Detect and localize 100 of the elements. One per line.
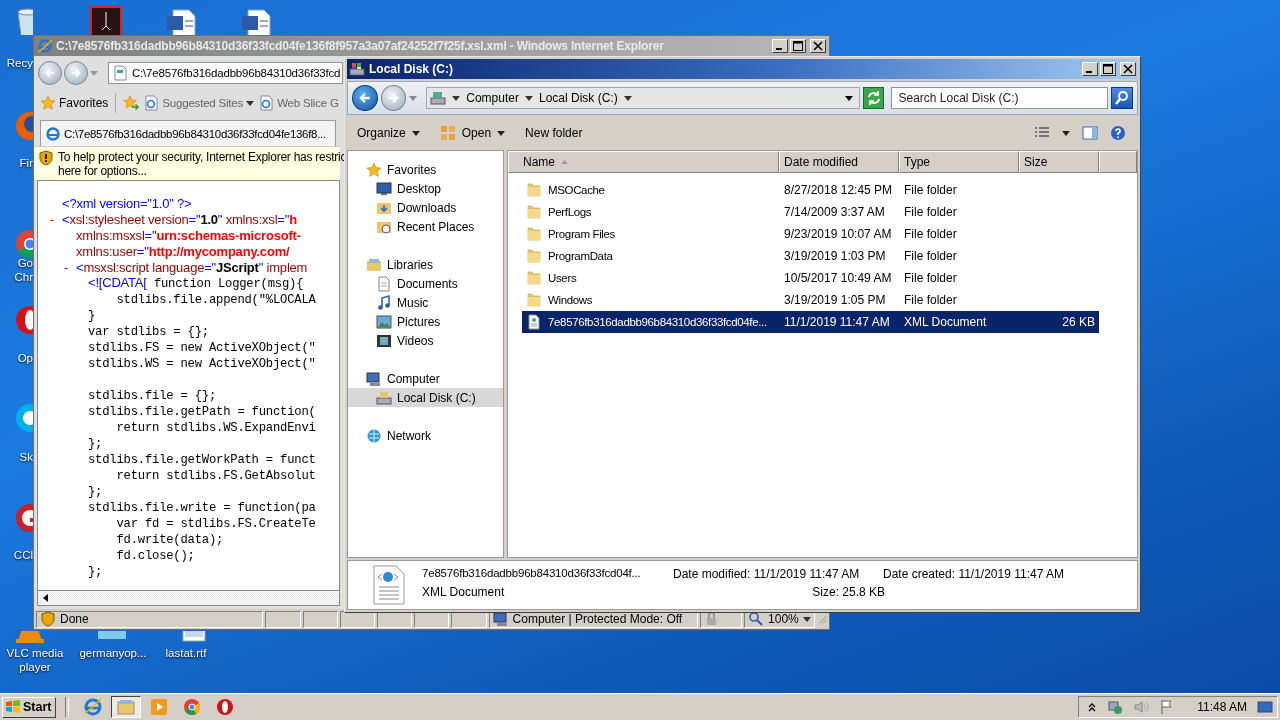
minimize-icon	[1086, 71, 1092, 73]
code-line: stdlibs.file.getPath = function(	[88, 404, 316, 419]
column-header[interactable]: Date modified	[779, 151, 899, 173]
code-line: }	[88, 308, 96, 323]
help-icon[interactable]	[1110, 125, 1126, 141]
caret-icon	[246, 100, 255, 106]
back-arrow-icon	[357, 91, 372, 105]
nav-item[interactable]: Computer	[348, 369, 503, 388]
forward-arrow-icon	[386, 91, 401, 105]
code-line: };	[88, 484, 103, 499]
xml-file-icon	[526, 314, 542, 330]
file-name: ProgramData	[548, 250, 613, 262]
file-row[interactable]: 7e8576fb316dadbb96b84310d36f33fcd04fe... 11/1/2019 11:47 AM XML Document 26 KB	[522, 311, 1099, 333]
open-icon	[439, 125, 456, 141]
column-header[interactable]: Type	[899, 151, 1019, 173]
collapse-toggle[interactable]: -	[64, 259, 76, 275]
column-header[interactable]: Size	[1019, 151, 1099, 173]
date-created: Date created: 11/1/2019 11:47 AM	[883, 567, 1064, 583]
close-button[interactable]	[810, 39, 826, 53]
maximize-icon	[1103, 64, 1113, 74]
close-button[interactable]	[1120, 62, 1136, 76]
show-desktop-icon[interactable]	[1257, 699, 1273, 715]
maximize-icon	[793, 41, 803, 51]
file-type: XML Document	[422, 585, 506, 601]
search-button[interactable]	[1111, 87, 1133, 109]
nav-item[interactable]: Videos	[348, 331, 503, 350]
word-document-icon[interactable]	[240, 8, 272, 35]
start-button[interactable]: Start	[2, 696, 57, 718]
add-favorite-icon[interactable]	[123, 95, 140, 111]
caret-icon[interactable]	[452, 95, 461, 101]
nav-item[interactable]: Downloads	[348, 198, 503, 217]
browser-tab[interactable]: C:\7e8576fb316dadbb96b84310d36f33fcd04fe136f8...	[40, 120, 336, 146]
caret-icon[interactable]	[623, 95, 632, 101]
search-field[interactable]: Search Local Disk (C:)	[891, 87, 1109, 109]
address-bar[interactable]: Computer Local Disk (C:)	[426, 87, 860, 109]
preview-pane-icon[interactable]	[1082, 125, 1098, 141]
maximize-button[interactable]	[1100, 62, 1116, 76]
toolbar-button[interactable]: Open	[439, 125, 506, 141]
code-line: return stdlibs.FS.GetAbsolut	[115, 468, 316, 483]
page-icon	[258, 95, 275, 111]
status-pane	[302, 610, 338, 628]
back-button[interactable]	[352, 85, 378, 111]
nav-item[interactable]: Libraries	[348, 255, 503, 274]
nav-item[interactable]: Favorites	[348, 160, 503, 179]
nav-item[interactable]: Pictures	[348, 312, 503, 331]
nav-item[interactable]: Local Disk (C:)	[348, 388, 503, 407]
drive-icon	[430, 90, 447, 106]
file-row[interactable]: ProgramData 3/19/2019 1:03 PM File folder	[522, 245, 1099, 267]
collapse-toggle[interactable]: -	[50, 211, 62, 227]
date-modified: 3/19/2019 1:03 PM	[783, 249, 887, 263]
favorites-button[interactable]: Favorites	[40, 95, 109, 111]
horizontal-scrollbar[interactable]	[37, 590, 340, 606]
date-modified: 9/23/2019 10:07 AM	[783, 227, 893, 241]
nav-item[interactable]: Desktop	[348, 179, 503, 198]
file-row[interactable]: PerfLogs 7/14/2009 3:37 AM File folder	[522, 201, 1099, 223]
word-document-icon[interactable]	[165, 8, 197, 35]
nav-item[interactable]: Recent Places	[348, 217, 503, 236]
toolbar-button[interactable]: Organize	[357, 126, 420, 140]
chevron-up-icon[interactable]	[1087, 702, 1098, 712]
toolbar-button[interactable]: New folder	[525, 126, 583, 140]
minimize-button[interactable]	[1082, 62, 1098, 76]
address-field[interactable]: C:\7e8576fb316dadbb96b84310d36f33fcd	[108, 62, 343, 84]
file-row[interactable]: Program Files 9/23/2019 10:07 AM File folder	[522, 223, 1099, 245]
caret-icon[interactable]	[1062, 130, 1070, 136]
folder-icon[interactable]	[111, 696, 142, 718]
caret-icon	[411, 130, 420, 136]
forward-arrow-icon	[70, 67, 82, 79]
favorites-link[interactable]: Suggested Sites	[143, 95, 255, 111]
file-row[interactable]: Windows 3/19/2019 1:05 PM File folder	[522, 289, 1099, 311]
code-line: xmlns:msxsl="urn:schemas-microsoft-	[76, 227, 301, 243]
minimize-button[interactable]	[772, 39, 788, 53]
code-line: stdlibs.FS = new ActiveXObject("	[88, 340, 316, 355]
breadcrumb-item[interactable]: Computer	[466, 91, 519, 105]
document-icon[interactable]	[90, 6, 122, 35]
sort-arrow-icon	[561, 160, 568, 164]
monitor-icon	[376, 180, 392, 197]
file-row[interactable]: Users 10/5/2017 10:49 AM File folder	[522, 267, 1099, 289]
star-icon	[366, 161, 382, 178]
code-line: fd.close();	[115, 548, 195, 563]
favorites-link[interactable]: Web Slice G	[258, 95, 339, 111]
column-header[interactable]: Name	[508, 151, 779, 173]
caret-icon[interactable]	[524, 95, 533, 101]
network-icon[interactable]	[1107, 699, 1124, 715]
forward-button[interactable]	[64, 61, 88, 85]
windows-logo-icon	[5, 699, 21, 715]
breadcrumb-item[interactable]: Local Disk (C:)	[538, 91, 618, 105]
document-icon	[376, 275, 392, 292]
code-line: };	[88, 436, 103, 451]
nav-item[interactable]: Documents	[348, 274, 503, 293]
maximize-button[interactable]	[790, 39, 806, 53]
scroll-left-icon[interactable]	[42, 594, 50, 602]
computer-icon	[492, 611, 509, 627]
nav-item[interactable]: Network	[348, 426, 503, 445]
folder-icon	[526, 204, 542, 220]
file-row[interactable]: MSOCache 8/27/2018 12:45 PM File folder	[522, 179, 1099, 201]
caret-icon[interactable]	[844, 95, 853, 101]
resize-grip[interactable]	[816, 613, 827, 625]
code-line: stdlibs.WS = new ActiveXObject("	[88, 356, 316, 371]
nav-item[interactable]: Music	[348, 293, 503, 312]
refresh-button[interactable]	[862, 87, 885, 109]
